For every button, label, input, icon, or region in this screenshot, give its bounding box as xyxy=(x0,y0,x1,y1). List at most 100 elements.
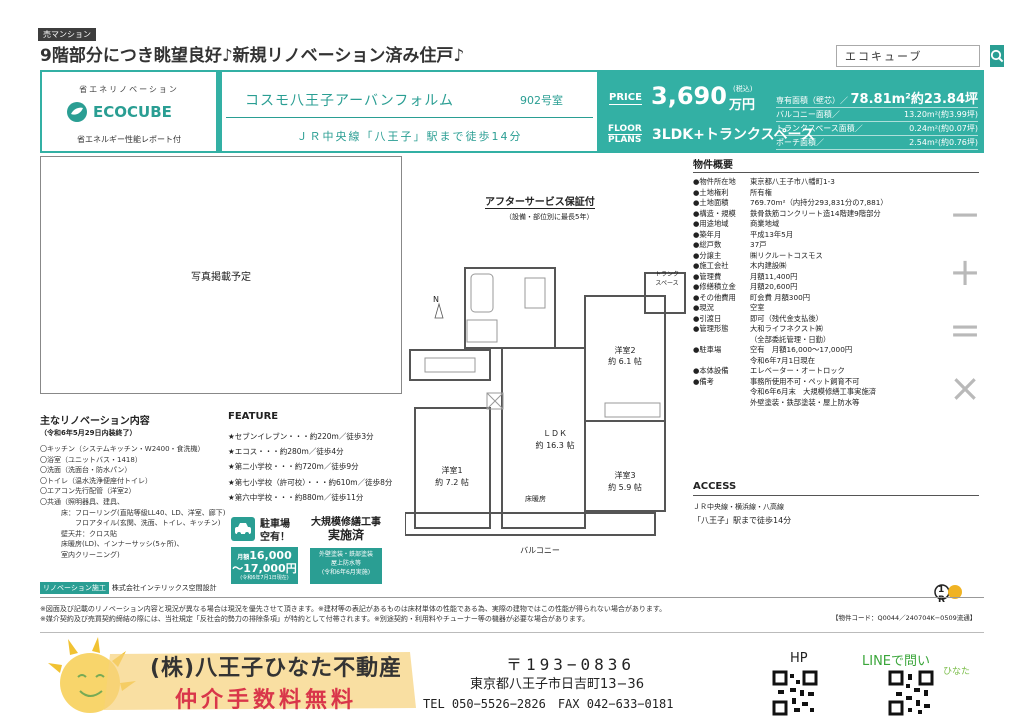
floor-plan: 洋室2 約 6.1 帖 ＬＤＫ 約 16.3 帖 洋室1 約 7.2 帖 洋室3… xyxy=(405,267,686,555)
spec-row: ●管理形態 大和ライフネクスト㈱ xyxy=(693,324,888,335)
spec-key: ●物件所在地 xyxy=(693,177,736,186)
area-value: 13.20m²(約3.99坪) xyxy=(904,110,978,119)
repair-title: 大規模修繕工事 実施済 xyxy=(310,517,382,541)
spec-value: 町会費 月額300円 xyxy=(750,292,811,302)
spec-row: ●現況 空室 xyxy=(693,303,888,314)
area-value: 2.54m²(約0.76坪) xyxy=(909,138,978,147)
spec-value: ㈱リクルートコスモス xyxy=(750,250,823,260)
spec-row: ●土地面積 769.70m²（内持分293,831分の7,881） xyxy=(693,198,888,209)
station-access: ＪＲ中央線「八王子」駅まで徒歩14分 xyxy=(296,130,523,143)
photo-label: 写真掲載予定 xyxy=(191,271,251,283)
spec-key: ●管理形態 xyxy=(693,324,729,333)
list-item: 〇トイレ（温水洗浄便座付トイレ） xyxy=(40,476,152,485)
postal-code: 〒193−0836 xyxy=(506,655,636,674)
car-icon xyxy=(231,517,255,541)
list-item: 〇共通（照明器具、建具、 xyxy=(40,497,124,506)
spec-row: ●引渡日 即可（残代金支払後） xyxy=(693,314,888,325)
list-item: ★第七小学校（許可校）・・・約610m／徒歩8分 xyxy=(228,477,393,487)
property-code: 【物件コード：Q0044／240704K−0509流通】 xyxy=(832,614,977,622)
company-tag: リノベーション施工 xyxy=(40,582,109,594)
floor-plans-label: FLOOR PLANS xyxy=(608,124,642,145)
divider xyxy=(693,172,979,173)
headline: 9階部分につき眺望良好♪新規リノベーション済み住戸♪ xyxy=(40,46,465,66)
list-item: ★セブンイレブン・・・約220m／徒歩3分 xyxy=(228,432,374,441)
spec-key xyxy=(693,335,750,346)
divider xyxy=(40,632,984,633)
spec-key: ●施工会社 xyxy=(693,261,729,270)
spec-row: ●分譲主 ㈱リクルートコスモス xyxy=(693,251,888,262)
plus-icon[interactable]: + xyxy=(944,243,986,301)
search-box xyxy=(836,45,1004,67)
note: ※媒介契約及び売買契約締結の際には、当社規定「反社会的勢力の排除条項」が特約とし… xyxy=(40,615,590,623)
leaf-icon xyxy=(67,102,87,122)
area-value: 0.24m²(約0.07坪) xyxy=(909,124,978,133)
parking-price-box: 月額16,000 〜17,000円 (令和6年7月1日現在) xyxy=(231,547,298,584)
search-icon xyxy=(990,49,1004,63)
price-label: PRICE xyxy=(609,92,642,105)
spec-value: 空室 xyxy=(750,303,765,312)
logo-tagline: 省エネリノベーション xyxy=(79,85,179,94)
equals-icon[interactable]: = xyxy=(944,301,986,359)
spec-title: 物件概要 xyxy=(693,160,733,171)
repair-line: 外壁塗装・鉄部塗装 xyxy=(318,551,373,558)
repair-line: 屋上防水等 xyxy=(330,560,361,567)
building-name: コスモ八王子アーバンフォルム xyxy=(245,93,455,109)
floor-plan-label: 約 6.1 帖 xyxy=(608,356,642,366)
line-qr-code-icon[interactable] xyxy=(888,670,934,716)
spec-value: （全部委託管理・日勤） xyxy=(750,334,831,344)
spec-value: 外壁塗装・鉄部塗装・屋上防水等 xyxy=(750,397,860,407)
list-item: ★エコス・・・約280m／徒歩4分 xyxy=(228,447,344,457)
area-row: バルコニー面積／ 13.20m²(約3.99坪) xyxy=(776,108,978,122)
area-value: 78.81m²約23.84坪 xyxy=(850,92,978,107)
spec-row: 令和6年6月末 大規模修繕工事実施済 xyxy=(693,387,888,398)
spec-key: ●分譲主 xyxy=(693,250,722,260)
spec-key: ●総戸数 xyxy=(693,240,722,249)
search-button[interactable] xyxy=(990,45,1004,67)
spec-key: ●築年月 xyxy=(693,229,722,239)
hinata-label: ひなた xyxy=(943,667,971,677)
list-item: ★第六中学校・・・約880m／徒歩11分 xyxy=(228,492,364,502)
spec-row: 令和6年7月1日現在 xyxy=(693,356,888,367)
no-commission: 仲介手数料無料 xyxy=(175,688,358,713)
spec-key: ●本体設備 xyxy=(693,366,729,375)
spec-value: 鉄骨鉄筋コンクリート造14階建9階部分 xyxy=(750,208,881,218)
spec-value: 769.70m²（内持分293,831分の7,881） xyxy=(750,198,888,207)
spec-key xyxy=(693,398,750,409)
spec-key: ●修繕積立金 xyxy=(693,282,736,291)
spec-value: 所有権 xyxy=(750,187,772,197)
parking-price-1: 16,000 xyxy=(249,549,292,562)
spec-value: 令和6年6月末 大規模修繕工事実施済 xyxy=(750,387,877,396)
spec-key xyxy=(693,356,750,367)
spec-row: ●本体設備 エレベーター・オートロック xyxy=(693,366,888,377)
price-value: 3,690 xyxy=(651,82,727,110)
spec-value: エレベーター・オートロック xyxy=(750,366,845,375)
spec-table: ●物件所在地 東京都八王子市八幡町1-3 ●土地権利 所有権 ●土地面積 769.70… xyxy=(693,177,888,408)
list-item: フロアタイル(玄関、洗面、トイレ、キッチン) xyxy=(40,519,221,528)
floor-plan-label: 洋室3 xyxy=(614,470,635,480)
repair-line: (令和6年6月実施) xyxy=(321,569,371,576)
logo-sub: 省エネルギー性能レポート付 xyxy=(77,135,181,144)
list-item: 室内クリーニング) xyxy=(40,550,120,559)
parking-title: 駐車場 空有！ xyxy=(260,518,290,544)
spec-row: ●管理費 月額11,400円 xyxy=(693,272,888,283)
line-label: LINEで問い xyxy=(862,654,931,669)
spec-row: ●施工会社 木内建設㈱ xyxy=(693,261,888,272)
r-logo-text: 1 R xyxy=(938,585,951,605)
hp-qr-code-icon[interactable] xyxy=(772,670,818,716)
company-name: 株式会社インテリックス空間設計 xyxy=(111,584,217,592)
spec-key: ●その他費用 xyxy=(693,292,736,302)
spec-key: ●用途地域 xyxy=(693,219,729,228)
divider xyxy=(693,495,979,496)
after-service-sub: （設備・部位別に最長5年） xyxy=(505,213,594,221)
access-walk: 「八王子」駅まで徒歩14分 xyxy=(693,516,792,525)
parking-title-1: 駐車場 xyxy=(260,519,290,530)
parking-prefix: 月額 xyxy=(237,554,250,561)
plans-label: PLANS xyxy=(608,134,642,145)
floor-plan-label: 約 5.9 帖 xyxy=(608,482,642,492)
area-table: 専有面積（壁芯）／ 78.81m²約23.84坪 バルコニー面積／ 13.20m²(… xyxy=(776,93,978,150)
minus-icon[interactable]: − xyxy=(944,185,986,243)
close-icon[interactable]: × xyxy=(944,359,986,417)
spec-key: ●構造・規模 xyxy=(693,208,736,218)
search-input[interactable] xyxy=(837,49,990,63)
area-row: 専有面積（壁芯）／ 78.81m²約23.84坪 xyxy=(776,93,978,108)
